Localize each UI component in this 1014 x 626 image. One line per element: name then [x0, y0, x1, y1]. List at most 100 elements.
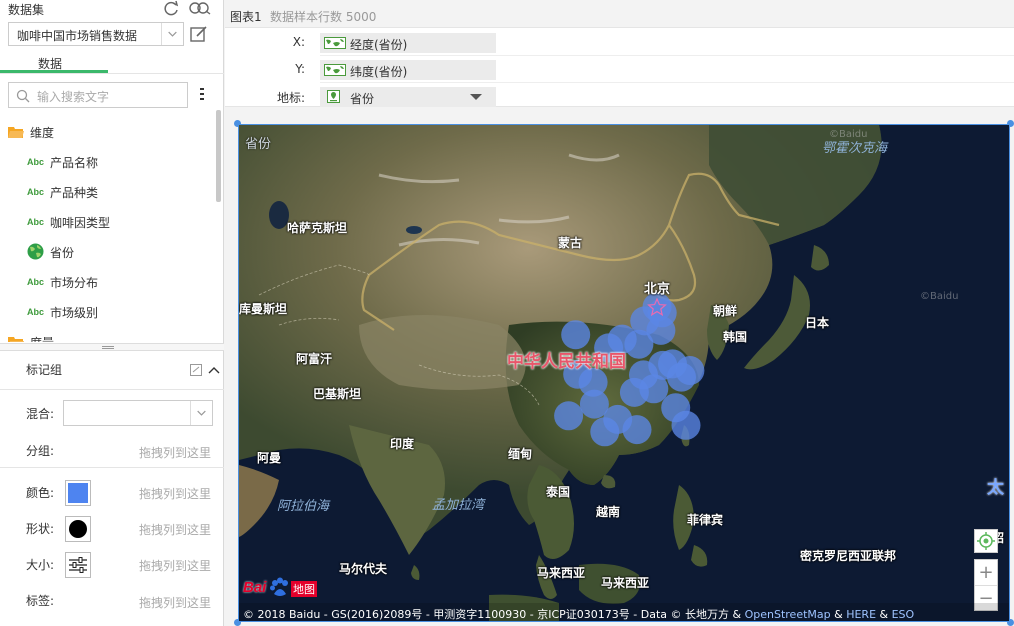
- tree-item-product-name[interactable]: Abc 产品名称: [0, 150, 214, 174]
- map-label-pakistan: 巴基斯坦: [313, 387, 362, 401]
- search-icon: [16, 89, 30, 103]
- map-label-pacific: 太: [987, 478, 1004, 498]
- tree-item-market-level[interactable]: Abc 市场级别: [0, 300, 214, 324]
- tree-item-caffeine-type[interactable]: Abc 咖啡因类型: [0, 210, 214, 234]
- size-button[interactable]: [65, 552, 91, 578]
- locate-button[interactable]: [974, 529, 998, 553]
- x-axis-field[interactable]: 经度(省份): [320, 33, 496, 53]
- panel-splitter[interactable]: [0, 343, 224, 351]
- tree-item-market-distribution[interactable]: Abc 市场分布: [0, 270, 214, 294]
- string-type-icon: Abc: [27, 307, 45, 317]
- tree-group-dimension[interactable]: 维度: [0, 120, 214, 144]
- chart-title[interactable]: 图表1: [230, 8, 262, 25]
- circle-shape-icon: [69, 520, 87, 538]
- map-field-label: 省份: [245, 137, 272, 152]
- tree-item-label: 市场级别: [50, 306, 99, 320]
- x-axis-label: X:: [292, 35, 305, 49]
- baidu-paw-icon: [270, 577, 288, 596]
- baidu-map-logo: Bai 地图: [243, 577, 319, 601]
- map-label-china: 中华人民共和国: [507, 352, 626, 372]
- splitter-grip: [102, 346, 114, 349]
- y-axis-field[interactable]: 纬度(省份): [320, 60, 496, 80]
- province-bubble[interactable]: [561, 320, 591, 350]
- copyright-sep: &: [876, 608, 892, 621]
- baidu-logo-text: Bai: [243, 579, 267, 596]
- geo-field-icon: [324, 64, 346, 76]
- map-view[interactable]: 省份 ©Baidu ©Baidu 鄂霍次克海 阿拉伯海 孟加拉湾 哈萨克斯坦 蒙…: [238, 124, 1010, 622]
- chart-panel: 图表1 数据样本行数 5000 X: 经度(省份) Y: 纬度(省份) 地标: …: [225, 0, 1014, 626]
- province-bubble[interactable]: [603, 404, 633, 434]
- map-label-oman: 阿曼: [257, 451, 282, 465]
- string-type-icon: Abc: [27, 277, 45, 287]
- color-label: 颜色:: [26, 486, 55, 500]
- map-label-india: 印度: [390, 437, 415, 451]
- geo-field-icon: [324, 37, 346, 49]
- shape-label: 形状:: [26, 522, 55, 536]
- copyright-text: © 2018 Baidu - GS(2016)2089号 - 甲测资字11009…: [243, 608, 745, 621]
- x-axis-field-text: 经度(省份): [350, 38, 408, 52]
- sea-label-arabian: 阿拉伯海: [277, 499, 330, 514]
- dataset-title: 数据集: [8, 3, 45, 17]
- province-bubble[interactable]: [554, 401, 584, 431]
- marks-settings-icon[interactable]: [190, 364, 202, 376]
- geo-field-text: 省份: [350, 92, 375, 106]
- tree-item-product-category[interactable]: Abc 产品种类: [0, 180, 214, 204]
- mix-select[interactable]: [63, 400, 213, 426]
- marks-divider-2: [0, 467, 224, 468]
- color-swatch-button[interactable]: [65, 480, 91, 506]
- province-bubble[interactable]: [639, 374, 669, 404]
- tree-item-label: 咖啡因类型: [50, 216, 111, 230]
- map-copyright: © 2018 Baidu - GS(2016)2089号 - 甲测资字11009…: [239, 603, 1009, 621]
- chevron-up-icon[interactable]: [208, 365, 220, 375]
- here-link[interactable]: HERE: [846, 608, 876, 621]
- map-label-myanmar: 缅甸: [508, 447, 533, 461]
- y-axis-label: Y:: [295, 62, 305, 76]
- size-drop-zone[interactable]: 拖拽列到这里: [139, 557, 211, 574]
- sea-label-bengal: 孟加拉湾: [432, 498, 485, 513]
- province-bubble[interactable]: [671, 410, 701, 440]
- y-axis-field-text: 纬度(省份): [350, 65, 408, 79]
- edit-icon[interactable]: [190, 25, 208, 43]
- dataset-select[interactable]: 咖啡中国市场销售数据: [8, 22, 184, 46]
- map-label-south-korea: 韩国: [723, 330, 748, 344]
- mix-label: 混合:: [26, 407, 55, 421]
- baidu-logo-text-cn: 地图: [291, 581, 317, 597]
- string-type-icon: Abc: [27, 157, 45, 167]
- dataset-link-icon[interactable]: [189, 1, 211, 15]
- refresh-icon[interactable]: [162, 0, 180, 16]
- color-drop-zone[interactable]: 拖拽列到这里: [139, 485, 211, 502]
- shape-drop-zone[interactable]: 拖拽列到这里: [139, 521, 211, 538]
- map-label-beijing: 北京: [644, 282, 671, 297]
- map-label-kazakhstan: 哈萨克斯坦: [287, 221, 348, 235]
- zoom-in-button[interactable]: +: [975, 560, 997, 585]
- field-tree-scrollbar[interactable]: [216, 110, 221, 202]
- tag-label: 标签:: [26, 594, 55, 608]
- tag-drop-zone[interactable]: 拖拽列到这里: [139, 594, 211, 611]
- tree-group-measure[interactable]: 度量: [0, 330, 214, 342]
- color-swatch-fill: [68, 483, 88, 503]
- more-menu-icon[interactable]: [199, 87, 205, 101]
- caret-down-icon: [470, 94, 482, 100]
- group-drop-zone[interactable]: 拖拽列到这里: [139, 444, 211, 461]
- dataset-select-value: 咖啡中国市场销售数据: [17, 29, 138, 43]
- size-label: 大小:: [26, 558, 55, 572]
- search-placeholder: 输入搜索文字: [37, 90, 110, 104]
- tree-item-province[interactable]: 省份: [0, 240, 214, 264]
- map-label-philippines: 菲律宾: [687, 513, 724, 527]
- field-search-input[interactable]: 输入搜索文字: [8, 82, 188, 108]
- axis-config-band: X: 经度(省份) Y: 纬度(省份) 地标: 省份: [225, 27, 1014, 107]
- map-label-malaysia: 马来西亚: [537, 566, 586, 580]
- map-label-afghanistan: 阿富汗: [296, 352, 333, 366]
- map-label-micronesia: 密克罗尼西亚联邦: [800, 549, 897, 563]
- province-bubble[interactable]: [667, 362, 696, 392]
- string-type-icon: Abc: [27, 217, 45, 227]
- tree-group-label: 度量: [30, 334, 54, 342]
- geo-field-select[interactable]: 省份: [320, 87, 496, 107]
- osm-link[interactable]: OpenStreetMap: [745, 608, 831, 621]
- map-label-turkmenistan: 库曼斯坦: [239, 302, 288, 316]
- shape-button[interactable]: [65, 516, 91, 542]
- eso-link[interactable]: ESO: [892, 608, 915, 621]
- config-divider: [320, 82, 1014, 83]
- config-divider: [320, 55, 1014, 56]
- sample-row-count: 数据样本行数 5000: [270, 10, 377, 24]
